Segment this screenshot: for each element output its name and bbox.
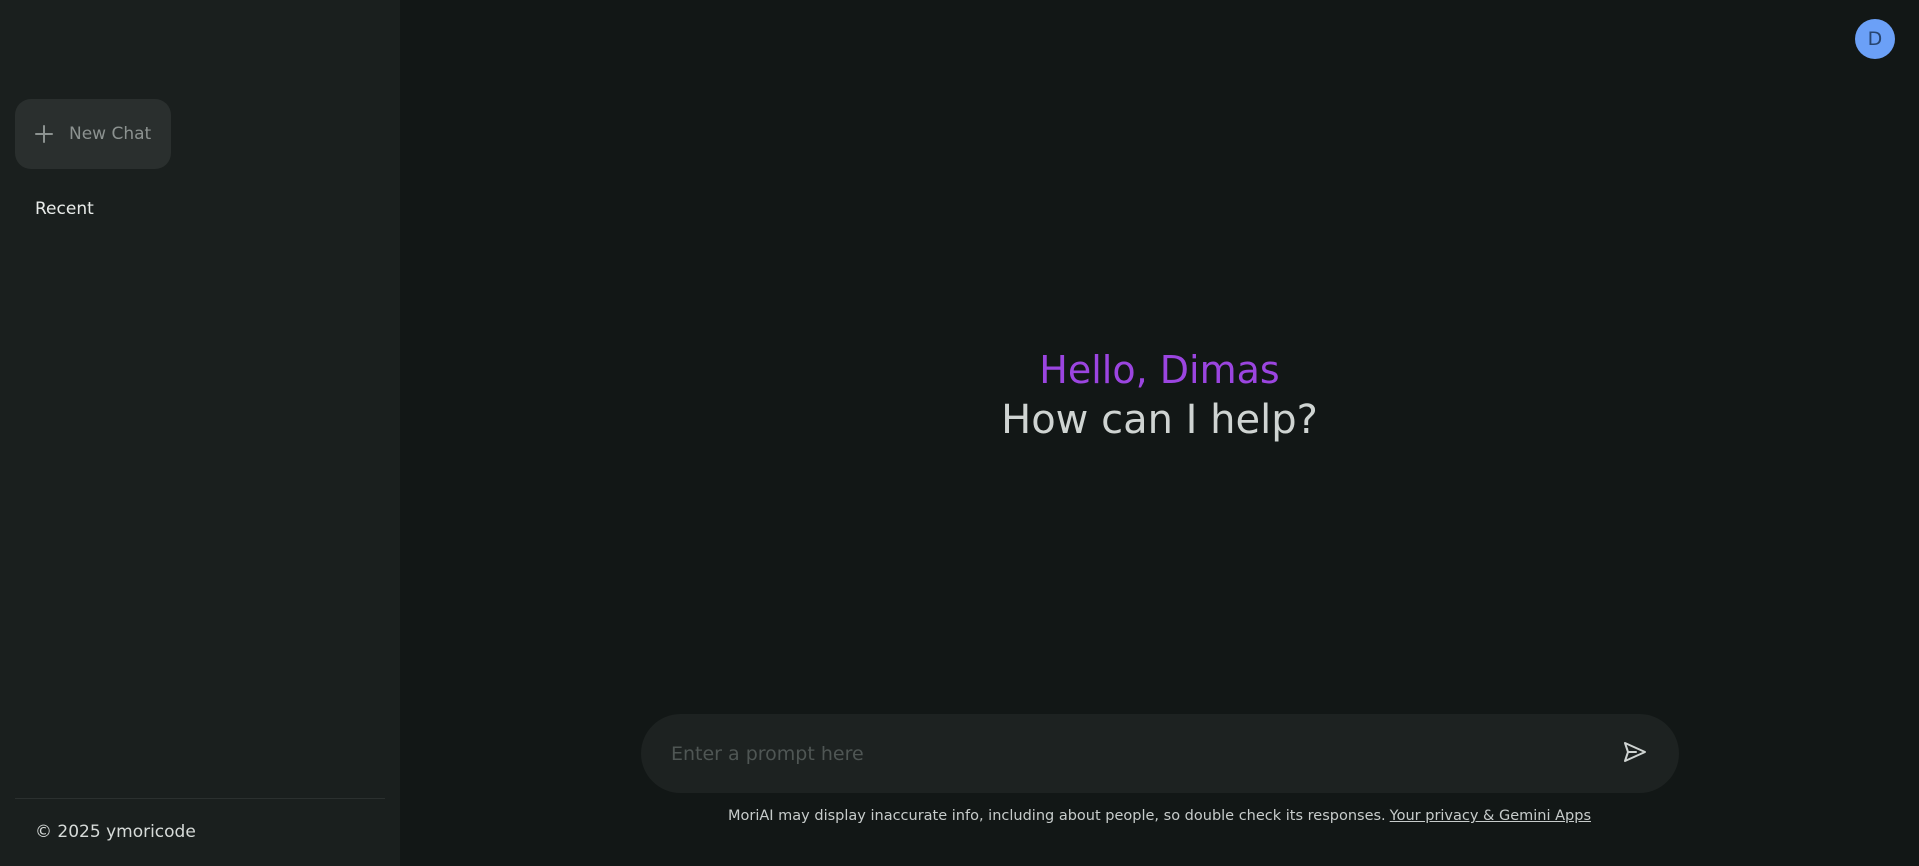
send-button[interactable]	[1621, 740, 1649, 768]
prompt-input[interactable]	[671, 714, 1571, 793]
prompt-bar	[641, 714, 1679, 793]
app: New Chat Recent © 2025 ymoricode D Hello…	[0, 0, 1919, 866]
sidebar: New Chat Recent © 2025 ymoricode	[0, 0, 400, 866]
new-chat-button[interactable]: New Chat	[15, 99, 171, 169]
new-chat-label: New Chat	[69, 124, 152, 144]
send-icon	[1622, 739, 1648, 769]
sidebar-divider	[15, 798, 385, 799]
copyright-text: © 2025 ymoricode	[35, 822, 196, 842]
plus-icon	[33, 123, 55, 145]
disclaimer-text: MoriAI may display inaccurate info, incl…	[728, 808, 1386, 824]
privacy-link[interactable]: Your privacy & Gemini Apps	[1390, 808, 1591, 824]
greeting-title: Hello, Dimas	[1039, 348, 1280, 392]
greeting-block: Hello, Dimas How can I help?	[400, 345, 1919, 445]
greeting-subtitle: How can I help?	[1001, 397, 1318, 443]
recent-heading: Recent	[35, 199, 94, 219]
disclaimer: MoriAI may display inaccurate info, incl…	[400, 808, 1919, 824]
avatar[interactable]: D	[1855, 19, 1895, 59]
